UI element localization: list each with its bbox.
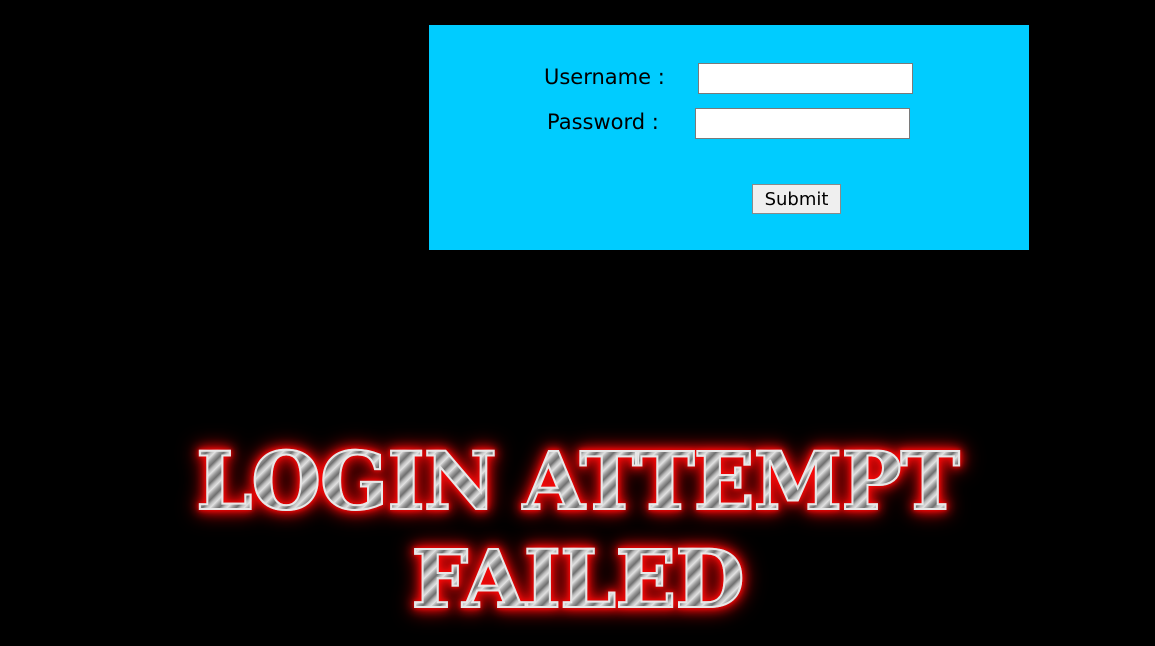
login-failed-banner: LOGIN ATTEMPT FAILED	[0, 430, 1155, 630]
login-panel: Username : Password : Submit	[429, 25, 1029, 250]
banner-line-failed: FAILED	[0, 528, 1155, 630]
username-label: Username :	[544, 65, 665, 89]
banner-line-login-attempt: LOGIN ATTEMPT	[0, 430, 1155, 532]
username-input[interactable]	[698, 63, 913, 94]
password-label: Password :	[547, 110, 659, 134]
page: Username : Password : Submit LOGIN ATTEM…	[0, 0, 1155, 646]
submit-button[interactable]: Submit	[752, 184, 841, 214]
password-input[interactable]	[695, 108, 910, 139]
